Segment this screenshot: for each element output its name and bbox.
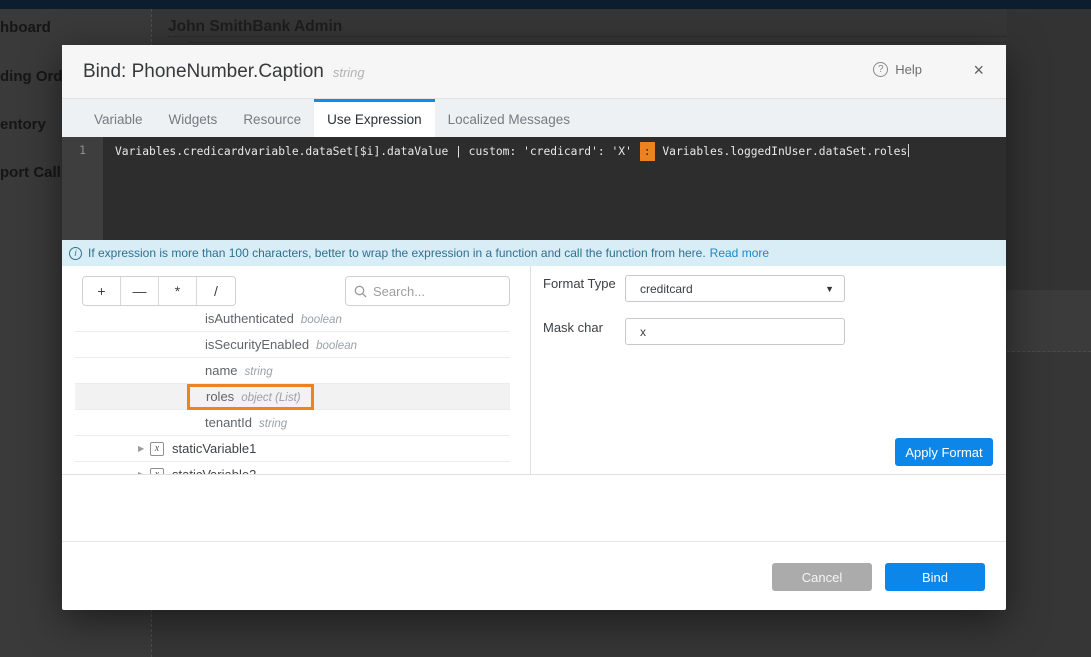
property-name: isSecurityEnabled xyxy=(205,337,309,352)
dialog-header: Bind: PhoneNumber.Caption string ? Help × xyxy=(62,45,1006,99)
help-label: Help xyxy=(895,62,922,77)
cancel-button[interactable]: Cancel xyxy=(772,563,872,591)
format-type-label: Format Type xyxy=(543,276,616,291)
sidebar-item-support-calls: port Calls xyxy=(0,164,69,181)
tab-resource[interactable]: Resource xyxy=(230,99,314,137)
widget-selection-outline-inner xyxy=(188,42,1030,43)
canvas-right-region xyxy=(1007,9,1091,290)
property-type: object (List) xyxy=(241,392,300,404)
tree-row-staticvariable2[interactable]: ▶ x staticVariable2 xyxy=(75,462,510,474)
canvas-right-region-lower xyxy=(1007,290,1091,352)
format-type-value: creditcard xyxy=(640,282,693,296)
tree-row-name[interactable]: name string xyxy=(75,358,510,384)
format-type-dropdown[interactable]: creditcard ▼ xyxy=(625,275,845,302)
info-text: If expression is more than 100 character… xyxy=(88,246,706,260)
dropdown-caret-icon: ▼ xyxy=(825,284,834,294)
property-type: boolean xyxy=(316,340,357,352)
tree-row-tenantid[interactable]: tenantId string xyxy=(75,410,510,436)
dialog-title: Bind: PhoneNumber.Caption string xyxy=(83,61,365,83)
expand-arrow-icon[interactable]: ▶ xyxy=(138,444,150,453)
property-type: boolean xyxy=(301,314,342,326)
help-button[interactable]: ? Help xyxy=(873,62,922,77)
sidebar-item-inventory: entory xyxy=(0,116,46,133)
app-top-bar xyxy=(0,0,1091,9)
operator-minus-button[interactable]: — xyxy=(121,277,159,305)
editor-line-number: 1 xyxy=(79,144,86,157)
tab-use-expression[interactable]: Use Expression xyxy=(314,99,435,137)
property-name: roles xyxy=(206,389,234,404)
expression-pre: Variables.credicardvariable.dataSet[$i].… xyxy=(115,145,632,158)
sidebar-item-dashboard: hboard xyxy=(0,19,51,36)
expand-arrow-icon[interactable]: ▶ xyxy=(138,470,150,474)
search-box xyxy=(345,276,510,306)
property-name: isAuthenticated xyxy=(205,311,294,326)
mask-char-input[interactable] xyxy=(625,318,845,345)
text-caret xyxy=(908,144,909,157)
bind-button[interactable]: Bind xyxy=(885,563,985,591)
expression-highlight: : xyxy=(640,142,655,161)
variable-tree: isAuthenticated boolean isSecurityEnable… xyxy=(62,310,530,474)
editor-gutter: 1 xyxy=(62,137,103,240)
close-icon[interactable]: × xyxy=(973,60,984,81)
read-more-link[interactable]: Read more xyxy=(710,246,769,260)
tree-row-issecurityenabled[interactable]: isSecurityEnabled boolean xyxy=(75,332,510,358)
operator-button-group: + — * / xyxy=(82,276,236,306)
mask-char-label: Mask char xyxy=(543,320,603,335)
property-type: string xyxy=(259,418,287,430)
dialog-title-text: Bind: PhoneNumber.Caption xyxy=(83,61,324,82)
content-bottom-border xyxy=(62,474,1006,475)
variable-icon: x xyxy=(150,442,164,456)
panel-divider xyxy=(530,266,531,474)
property-name: name xyxy=(205,363,238,378)
variable-label: staticVariable1 xyxy=(172,441,256,456)
tree-row-isauthenticated[interactable]: isAuthenticated boolean xyxy=(75,310,510,332)
dialog-title-type: string xyxy=(333,65,365,80)
bind-dialog: Bind: PhoneNumber.Caption string ? Help ×… xyxy=(62,45,1006,610)
expression-info-bar: i If expression is more than 100 charact… xyxy=(62,240,1006,266)
widget-selection-outline xyxy=(168,36,1062,37)
help-icon: ? xyxy=(873,62,888,77)
operator-divide-button[interactable]: / xyxy=(197,277,235,305)
canvas-page-title: John SmithBank Admin xyxy=(168,18,342,36)
tab-widgets[interactable]: Widgets xyxy=(156,99,231,137)
expression-line: Variables.credicardvariable.dataSet[$i].… xyxy=(115,144,909,158)
variable-label: staticVariable2 xyxy=(172,467,256,474)
tree-row-staticvariable1[interactable]: ▶ x staticVariable1 xyxy=(75,436,510,462)
search-icon xyxy=(354,285,367,298)
operator-multiply-button[interactable]: * xyxy=(159,277,197,305)
footer-separator xyxy=(62,541,1006,542)
search-input[interactable] xyxy=(373,284,501,299)
tab-variable[interactable]: Variable xyxy=(81,99,156,137)
expression-post: Variables.loggedInUser.dataSet.roles xyxy=(662,145,907,158)
info-icon: i xyxy=(69,247,82,260)
tree-row-roles-selected[interactable]: roles object (List) xyxy=(75,384,510,410)
tab-localized-messages[interactable]: Localized Messages xyxy=(435,99,583,137)
expression-code-editor[interactable]: 1 Variables.credicardvariable.dataSet[$i… xyxy=(62,137,1006,240)
operator-plus-button[interactable]: + xyxy=(83,277,121,305)
apply-format-button[interactable]: Apply Format xyxy=(895,438,993,466)
variable-icon: x xyxy=(150,468,164,475)
dialog-tabs: Variable Widgets Resource Use Expression… xyxy=(62,99,1006,137)
roles-selection-outline: roles object (List) xyxy=(187,384,314,410)
property-name: tenantId xyxy=(205,415,252,430)
property-type: string xyxy=(245,366,273,378)
